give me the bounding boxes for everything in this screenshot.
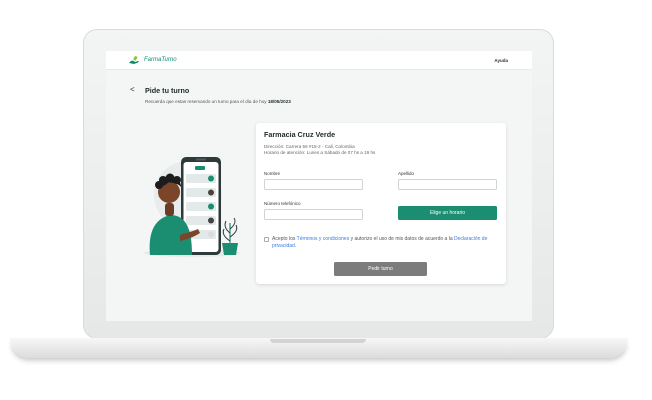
- booking-card: Farmacia Cruz Verde Dirección: Carrera 5…: [256, 123, 506, 284]
- consent-checkbox[interactable]: [264, 237, 269, 242]
- pharmacy-info: Dirección: Carrera 56 #15-2 - Cali, Colo…: [264, 144, 375, 156]
- consent-suffix: .: [294, 243, 297, 249]
- lastname-label: Apellido: [398, 171, 415, 176]
- choose-schedule-button[interactable]: Elige un horario: [398, 206, 497, 220]
- help-link[interactable]: Ayuda: [494, 58, 508, 63]
- phone-label: Número telefónico: [264, 201, 301, 206]
- name-label: Nombre: [264, 171, 281, 176]
- consent-middle: y autorizo el uso de mis datos de acuerd…: [350, 236, 453, 242]
- page-subtitle: Recuerda que estas reservando un turno p…: [145, 99, 291, 104]
- page-title: Pide tu turno: [145, 86, 190, 95]
- request-turn-button[interactable]: Pedir turno: [334, 262, 427, 276]
- phone-field[interactable]: [264, 209, 363, 220]
- pharmacy-hand-icon: [129, 55, 139, 64]
- logo-text: FarmaTurno: [144, 57, 177, 63]
- name-field[interactable]: [264, 179, 363, 190]
- laptop-mockup: FarmaTurno Ayuda < Pide tu turno Recuerd…: [0, 0, 652, 400]
- lastname-field[interactable]: [398, 179, 497, 190]
- top-bar: FarmaTurno Ayuda: [106, 51, 532, 70]
- pharmacy-hours: Horario de atención: Lunes a Sábado de 0…: [264, 150, 376, 155]
- subtitle-date: 18/05/2023: [267, 99, 291, 104]
- consent-row: Acepto los Términos y condiciones y auto…: [264, 236, 500, 250]
- consent-text: Acepto los Términos y condiciones y auto…: [272, 236, 500, 250]
- laptop-notch: [270, 339, 366, 343]
- consent-prefix: Acepto los: [272, 236, 296, 242]
- pharmacy-name: Farmacia Cruz Verde: [264, 130, 336, 139]
- logo[interactable]: FarmaTurno: [128, 55, 177, 66]
- chevron-left-icon[interactable]: <: [130, 86, 135, 94]
- subtitle-text: Recuerda que estas reservando un turno p…: [145, 99, 267, 104]
- terms-link[interactable]: Términos y condiciones: [297, 236, 350, 242]
- illustration: [144, 157, 240, 257]
- app-screen: FarmaTurno Ayuda < Pide tu turno Recuerd…: [106, 51, 532, 321]
